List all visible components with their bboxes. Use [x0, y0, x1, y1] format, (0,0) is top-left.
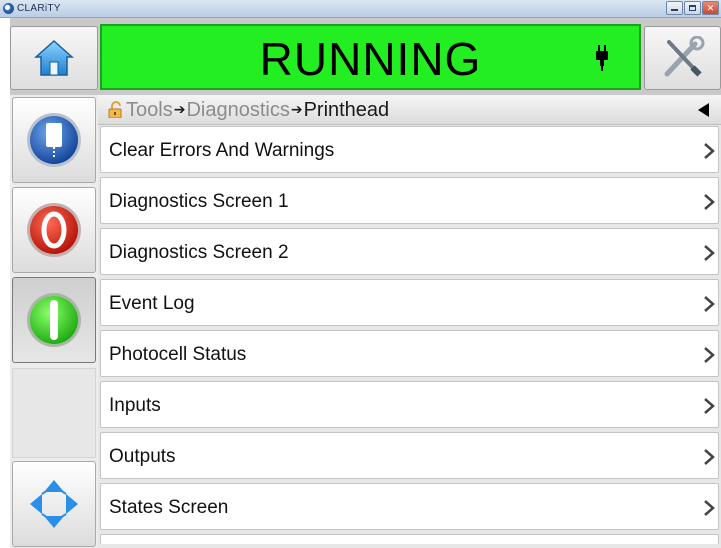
window-controls: ✕: [666, 1, 719, 15]
chevron-right-icon: [704, 500, 715, 516]
chevron-right-icon: [704, 245, 715, 261]
chevron-right-icon: [704, 398, 715, 414]
menu-item-inputs[interactable]: Inputs: [100, 381, 719, 428]
chevron-right-icon: [704, 296, 715, 312]
breadcrumb: Tools➔Diagnostics➔Printhead: [98, 95, 721, 125]
navigation-button[interactable]: [12, 461, 96, 547]
breadcrumb-printhead: Printhead: [303, 99, 390, 121]
menu-item-event-log[interactable]: Event Log: [100, 279, 719, 326]
breadcrumb-arrow-icon: ➔: [290, 101, 303, 117]
window-title: CLARiTY: [17, 3, 61, 14]
chevron-right-icon: [704, 347, 715, 363]
chevron-right-icon: [704, 143, 715, 159]
main-panel: Tools➔Diagnostics➔Printhead Clear Errors…: [98, 95, 721, 548]
menu-item-next-partial[interactable]: [100, 534, 719, 544]
menu-item-label: Clear Errors And Warnings: [109, 140, 335, 161]
menu-item-label: Photocell Status: [109, 344, 247, 365]
stop-icon: [27, 203, 81, 257]
menu-item-photocell-status[interactable]: Photocell Status: [100, 330, 719, 377]
stop-button[interactable]: [12, 187, 96, 273]
breadcrumb-tools[interactable]: Tools: [126, 99, 173, 121]
chevron-right-icon: [704, 449, 715, 465]
rail-empty-slot: [12, 368, 96, 458]
minimize-button[interactable]: [666, 1, 683, 15]
unlock-icon: [108, 101, 122, 118]
menu-item-label: States Screen: [109, 497, 229, 518]
menu-item-label: Diagnostics Screen 1: [109, 191, 289, 212]
tools-button[interactable]: [644, 26, 721, 90]
breadcrumb-trail: Tools➔Diagnostics➔Printhead: [126, 98, 389, 123]
menu-item-outputs[interactable]: Outputs: [100, 432, 719, 479]
breadcrumb-diagnostics[interactable]: Diagnostics: [186, 99, 289, 121]
plug-icon: [596, 45, 608, 71]
maximize-button[interactable]: [684, 1, 701, 15]
start-button[interactable]: [12, 277, 96, 363]
menu-item-label: Inputs: [109, 395, 161, 416]
close-button[interactable]: ✕: [702, 1, 719, 15]
top-header: RUNNING: [10, 18, 721, 95]
menu-item-diagnostics-screen-1[interactable]: Diagnostics Screen 1: [100, 177, 719, 224]
job-select-icon: [27, 113, 81, 167]
window-titlebar: CLARiTY ✕: [0, 0, 721, 18]
start-icon: [27, 293, 81, 347]
breadcrumb-arrow-icon: ➔: [173, 101, 186, 117]
chevron-right-icon: [704, 194, 715, 210]
menu-item-label: Outputs: [109, 446, 176, 467]
menu-item-label: Diagnostics Screen 2: [109, 242, 289, 263]
wrench-screwdriver-icon: [664, 36, 704, 77]
home-button[interactable]: [10, 26, 98, 90]
printer-status-text: RUNNING: [259, 33, 482, 85]
menu-item-diagnostics-screen-2[interactable]: Diagnostics Screen 2: [100, 228, 719, 275]
back-triangle-icon[interactable]: [698, 103, 709, 117]
printer-status-panel: RUNNING: [100, 24, 641, 90]
job-select-button[interactable]: [12, 97, 96, 183]
left-rail: [10, 95, 98, 548]
app-logo-icon: [3, 3, 14, 14]
menu-item-states-screen[interactable]: States Screen: [100, 483, 719, 530]
menu-list: Clear Errors And Warnings Diagnostics Sc…: [98, 126, 721, 548]
menu-item-label: Event Log: [109, 293, 195, 314]
menu-item-clear-errors[interactable]: Clear Errors And Warnings: [100, 126, 719, 173]
navigation-arrows-icon: [30, 480, 78, 528]
home-icon: [34, 39, 74, 76]
